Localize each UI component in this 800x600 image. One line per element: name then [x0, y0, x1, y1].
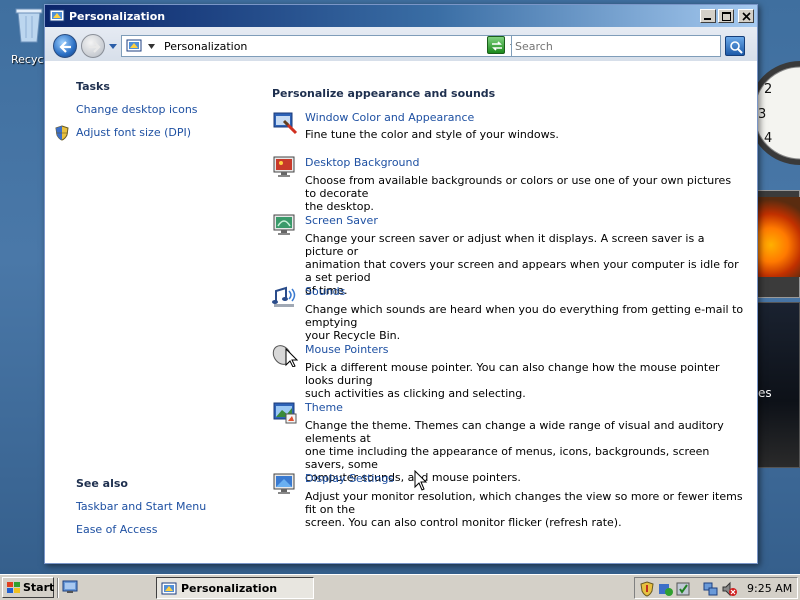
- window-color-icon[interactable]: [272, 109, 298, 135]
- display-settings-link[interactable]: Display Settings: [305, 472, 394, 485]
- desktop-background-link[interactable]: Desktop Background: [305, 156, 420, 169]
- search-button[interactable]: [725, 36, 745, 56]
- mouse-pointers-desc-line: such activities as clicking and selectin…: [305, 387, 526, 400]
- theme-desc-line: Change the theme. Themes can change a wi…: [305, 419, 724, 445]
- tasks-pane: Tasks Change desktop icons Adjust font s…: [45, 61, 265, 563]
- taskbar: Start Personalization 9:25 AM: [0, 574, 800, 600]
- sounds-link[interactable]: Sounds: [305, 285, 345, 298]
- system-clock[interactable]: 9:25 AM: [747, 582, 792, 595]
- sounds-desc-line: your Recycle Bin.: [305, 329, 401, 342]
- address-text: Personalization: [164, 40, 248, 53]
- search-icon: [730, 41, 743, 54]
- slideshow-photo: [758, 197, 800, 277]
- page-heading: Personalize appearance and sounds: [272, 87, 496, 100]
- show-desktop-icon[interactable]: [62, 580, 78, 594]
- recycle-bin[interactable]: Recyc: [0, 0, 48, 70]
- control-panel-icon: [49, 9, 65, 22]
- window-color-desc-line: Fine tune the color and style of your wi…: [305, 128, 559, 141]
- forward-arrow-icon: [89, 41, 101, 53]
- start-button[interactable]: Start: [2, 577, 54, 598]
- control-panel-icon: [161, 582, 177, 595]
- start-label: Start: [23, 581, 55, 594]
- theme-link[interactable]: Theme: [305, 401, 343, 414]
- tasks-heading: Tasks: [76, 80, 110, 93]
- recent-pages-chevron-icon[interactable]: [109, 44, 117, 50]
- clock-numeral-3: 3: [758, 107, 766, 122]
- address-bar[interactable]: Personalization: [121, 35, 529, 57]
- taskbar-item-personalization[interactable]: Personalization: [156, 577, 314, 599]
- theme-icon[interactable]: [272, 399, 298, 425]
- display-settings-icon[interactable]: [272, 471, 298, 497]
- screen-saver-desc-line: animation that covers your screen and ap…: [305, 258, 739, 284]
- windows-logo-icon: [7, 582, 20, 593]
- adjust-font-size-link[interactable]: Adjust font size (DPI): [76, 126, 191, 139]
- mouse-pointers-link[interactable]: Mouse Pointers: [305, 343, 389, 356]
- back-arrow-icon: [59, 41, 71, 53]
- screen-saver-desc-line: Change your screen saver or adjust when …: [305, 232, 705, 258]
- volume-muted-icon[interactable]: [721, 581, 737, 597]
- desktop-background-desc-line: Choose from available backgrounds or col…: [305, 174, 732, 200]
- title-bar[interactable]: Personalization: [45, 5, 757, 27]
- ease-of-access-link[interactable]: Ease of Access: [76, 523, 157, 536]
- minimize-button[interactable]: [700, 9, 716, 23]
- control-panel-icon: [126, 39, 142, 52]
- screen-saver-icon[interactable]: [272, 212, 298, 238]
- screen-saver-desc: Change your screen saver or adjust when …: [305, 232, 745, 297]
- display-settings-desc: Adjust your monitor resolution, which ch…: [305, 490, 745, 529]
- close-button[interactable]: [738, 9, 754, 23]
- clock-numeral-2: 2: [764, 82, 772, 97]
- sounds-desc-line: Change which sounds are heard when you d…: [305, 303, 744, 329]
- recycle-bin-icon: [15, 8, 43, 43]
- window-title: Personalization: [69, 10, 166, 23]
- taskbar-start-menu-link[interactable]: Taskbar and Start Menu: [76, 500, 206, 513]
- mouse-pointers-desc: Pick a different mouse pointer. You can …: [305, 361, 745, 400]
- maximize-icon: [722, 12, 731, 21]
- quick-launch-separator: [57, 578, 59, 598]
- display-settings-desc-line: screen. You can also control monitor fli…: [305, 516, 622, 529]
- see-also-heading: See also: [76, 477, 128, 490]
- mouse-cursor-icon: [414, 470, 428, 491]
- mouse-pointers-icon[interactable]: [272, 341, 298, 367]
- screen-saver-desc-line: of time.: [305, 284, 348, 297]
- recycle-bin-label: Recyc: [11, 53, 44, 66]
- navigation-bar: Personalization: [45, 27, 757, 61]
- minimize-icon: [704, 18, 711, 20]
- sounds-desc: Change which sounds are heard when you d…: [305, 303, 745, 342]
- sounds-icon[interactable]: [272, 283, 298, 309]
- forward-button[interactable]: [81, 34, 105, 58]
- refresh-icon: [492, 41, 502, 51]
- feed-gadget-text: es: [758, 386, 772, 400]
- windows-update-icon[interactable]: [657, 581, 673, 597]
- close-icon: [742, 12, 751, 21]
- desktop-background-icon[interactable]: [272, 154, 298, 180]
- window-color-link[interactable]: Window Color and Appearance: [305, 111, 474, 124]
- search-input[interactable]: [512, 36, 718, 56]
- system-tray: 9:25 AM: [634, 577, 798, 599]
- clock-numeral-4: 4: [764, 131, 772, 146]
- mouse-pointers-desc-line: Pick a different mouse pointer. You can …: [305, 361, 720, 387]
- theme-desc-line: one time including the appearance of men…: [305, 445, 710, 471]
- defender-icon[interactable]: [675, 581, 691, 597]
- content-area: Tasks Change desktop icons Adjust font s…: [45, 61, 757, 563]
- window-color-desc: Fine tune the color and style of your wi…: [305, 128, 745, 141]
- uac-shield-icon: [55, 125, 69, 141]
- desktop-background-desc: Choose from available backgrounds or col…: [305, 174, 745, 213]
- search-box[interactable]: [511, 35, 721, 57]
- maximize-button[interactable]: [718, 9, 734, 23]
- personalization-window: Personalization Personalization Search T…: [44, 4, 758, 564]
- network-icon[interactable]: [703, 581, 719, 597]
- feed-gadget[interactable]: [754, 302, 800, 468]
- security-shield-icon[interactable]: [639, 581, 655, 597]
- back-button[interactable]: [53, 34, 77, 58]
- change-desktop-icons-link[interactable]: Change desktop icons: [76, 103, 198, 116]
- display-settings-desc-line: Adjust your monitor resolution, which ch…: [305, 490, 743, 516]
- refresh-button[interactable]: [487, 36, 505, 54]
- screen-saver-link[interactable]: Screen Saver: [305, 214, 378, 227]
- taskbar-item-label: Personalization: [181, 582, 278, 595]
- desktop-background-desc-line: the desktop.: [305, 200, 374, 213]
- slideshow-gadget[interactable]: [754, 190, 800, 298]
- breadcrumb-arrow-icon[interactable]: [148, 44, 155, 49]
